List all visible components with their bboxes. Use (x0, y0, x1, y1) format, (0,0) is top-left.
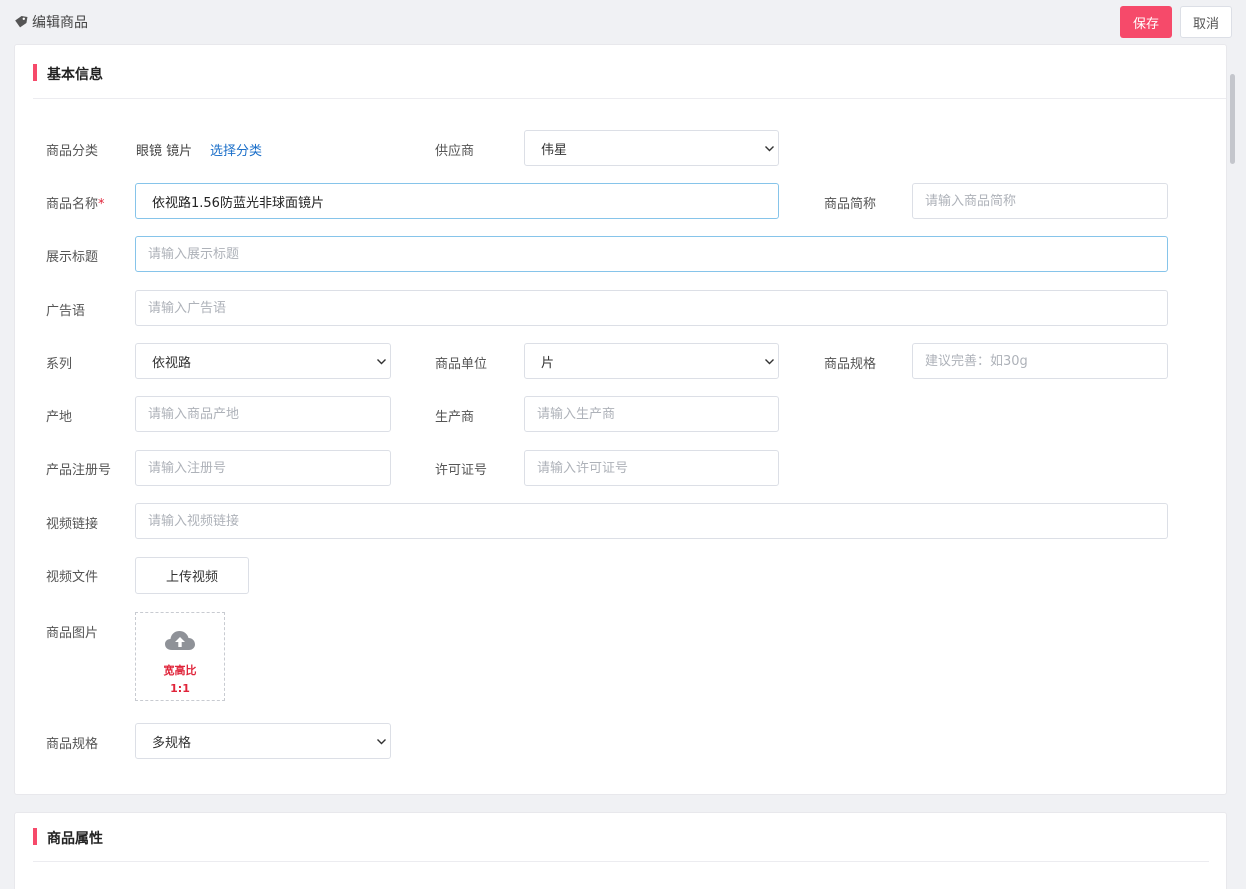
top-bar: 编辑商品 保存 取消 (0, 0, 1246, 44)
product-image-label: 商品图片 (46, 626, 99, 641)
supplier-label: 供应商 (435, 144, 475, 159)
required-mark: * (98, 197, 105, 212)
scrollbar-thumb[interactable] (1230, 74, 1235, 164)
supplier-select[interactable]: 伟星 (524, 130, 779, 166)
chevron-down-icon (377, 739, 386, 745)
ad-slogan-label: 广告语 (46, 304, 86, 319)
manufacturer-label: 生产商 (435, 410, 475, 425)
chevron-down-icon (765, 146, 774, 152)
save-button[interactable]: 保存 (1120, 6, 1172, 38)
video-link-input[interactable] (135, 503, 1168, 539)
cloud-upload-icon (165, 631, 195, 650)
aspect-ratio-value: 1:1 (170, 682, 190, 695)
series-label: 系列 (46, 357, 73, 372)
spec-input[interactable] (912, 343, 1168, 379)
product-name-label: 商品名称* (46, 197, 105, 212)
registration-input[interactable] (135, 450, 391, 486)
chevron-down-icon (377, 359, 386, 365)
display-title-label: 展示标题 (46, 250, 99, 265)
manufacturer-input[interactable] (524, 396, 779, 432)
series-select[interactable]: 依视路 (135, 343, 391, 379)
short-name-label: 商品简称 (824, 197, 877, 212)
basic-info-title: 基本信息 (47, 67, 103, 83)
registration-label: 产品注册号 (46, 463, 112, 478)
spec-label: 商品规格 (824, 357, 877, 372)
spec-type-value: 多规格 (152, 735, 192, 751)
edit-product-page: 编辑商品 保存 取消 基本信息 商品分类 眼镜 镜片 选择分类 供应商 伟星 商… (0, 0, 1246, 889)
origin-input[interactable] (135, 396, 391, 432)
cancel-button[interactable]: 取消 (1180, 6, 1232, 38)
origin-label: 产地 (46, 410, 73, 425)
unit-value: 片 (541, 355, 555, 371)
select-category-link[interactable]: 选择分类 (210, 140, 262, 159)
display-title-input[interactable] (135, 236, 1168, 272)
attributes-title: 商品属性 (47, 831, 103, 847)
video-file-label: 视频文件 (46, 570, 99, 585)
page-title: 编辑商品 (14, 12, 88, 32)
attributes-header: 商品属性 (33, 813, 1209, 862)
unit-label: 商品单位 (435, 357, 488, 372)
short-name-input[interactable] (912, 183, 1168, 219)
ad-slogan-input[interactable] (135, 290, 1168, 326)
image-uploader[interactable]: 宽高比 1:1 (135, 612, 225, 701)
chevron-down-icon (765, 359, 774, 365)
aspect-ratio-hint: 宽高比 (163, 664, 197, 677)
page-title-text: 编辑商品 (32, 15, 88, 31)
unit-select[interactable]: 片 (524, 343, 779, 379)
upload-video-button[interactable]: 上传视频 (135, 557, 249, 594)
supplier-value: 伟星 (541, 142, 568, 158)
product-name-input[interactable] (135, 183, 779, 219)
license-input[interactable] (524, 450, 779, 486)
tag-icon (15, 16, 28, 28)
category-value: 眼镜 镜片 (136, 144, 193, 159)
page-scrollbar[interactable] (1230, 44, 1236, 889)
section-accent-bar (33, 828, 37, 845)
video-link-label: 视频链接 (46, 517, 99, 532)
spec-type-label: 商品规格 (46, 737, 99, 752)
license-label: 许可证号 (435, 463, 488, 478)
spec-type-select[interactable]: 多规格 (135, 723, 391, 759)
series-value: 依视路 (152, 355, 192, 371)
section-accent-bar (33, 64, 37, 81)
basic-info-header: 基本信息 (33, 45, 1226, 99)
category-label: 商品分类 (46, 144, 99, 159)
attributes-card: 商品属性 (14, 812, 1227, 889)
